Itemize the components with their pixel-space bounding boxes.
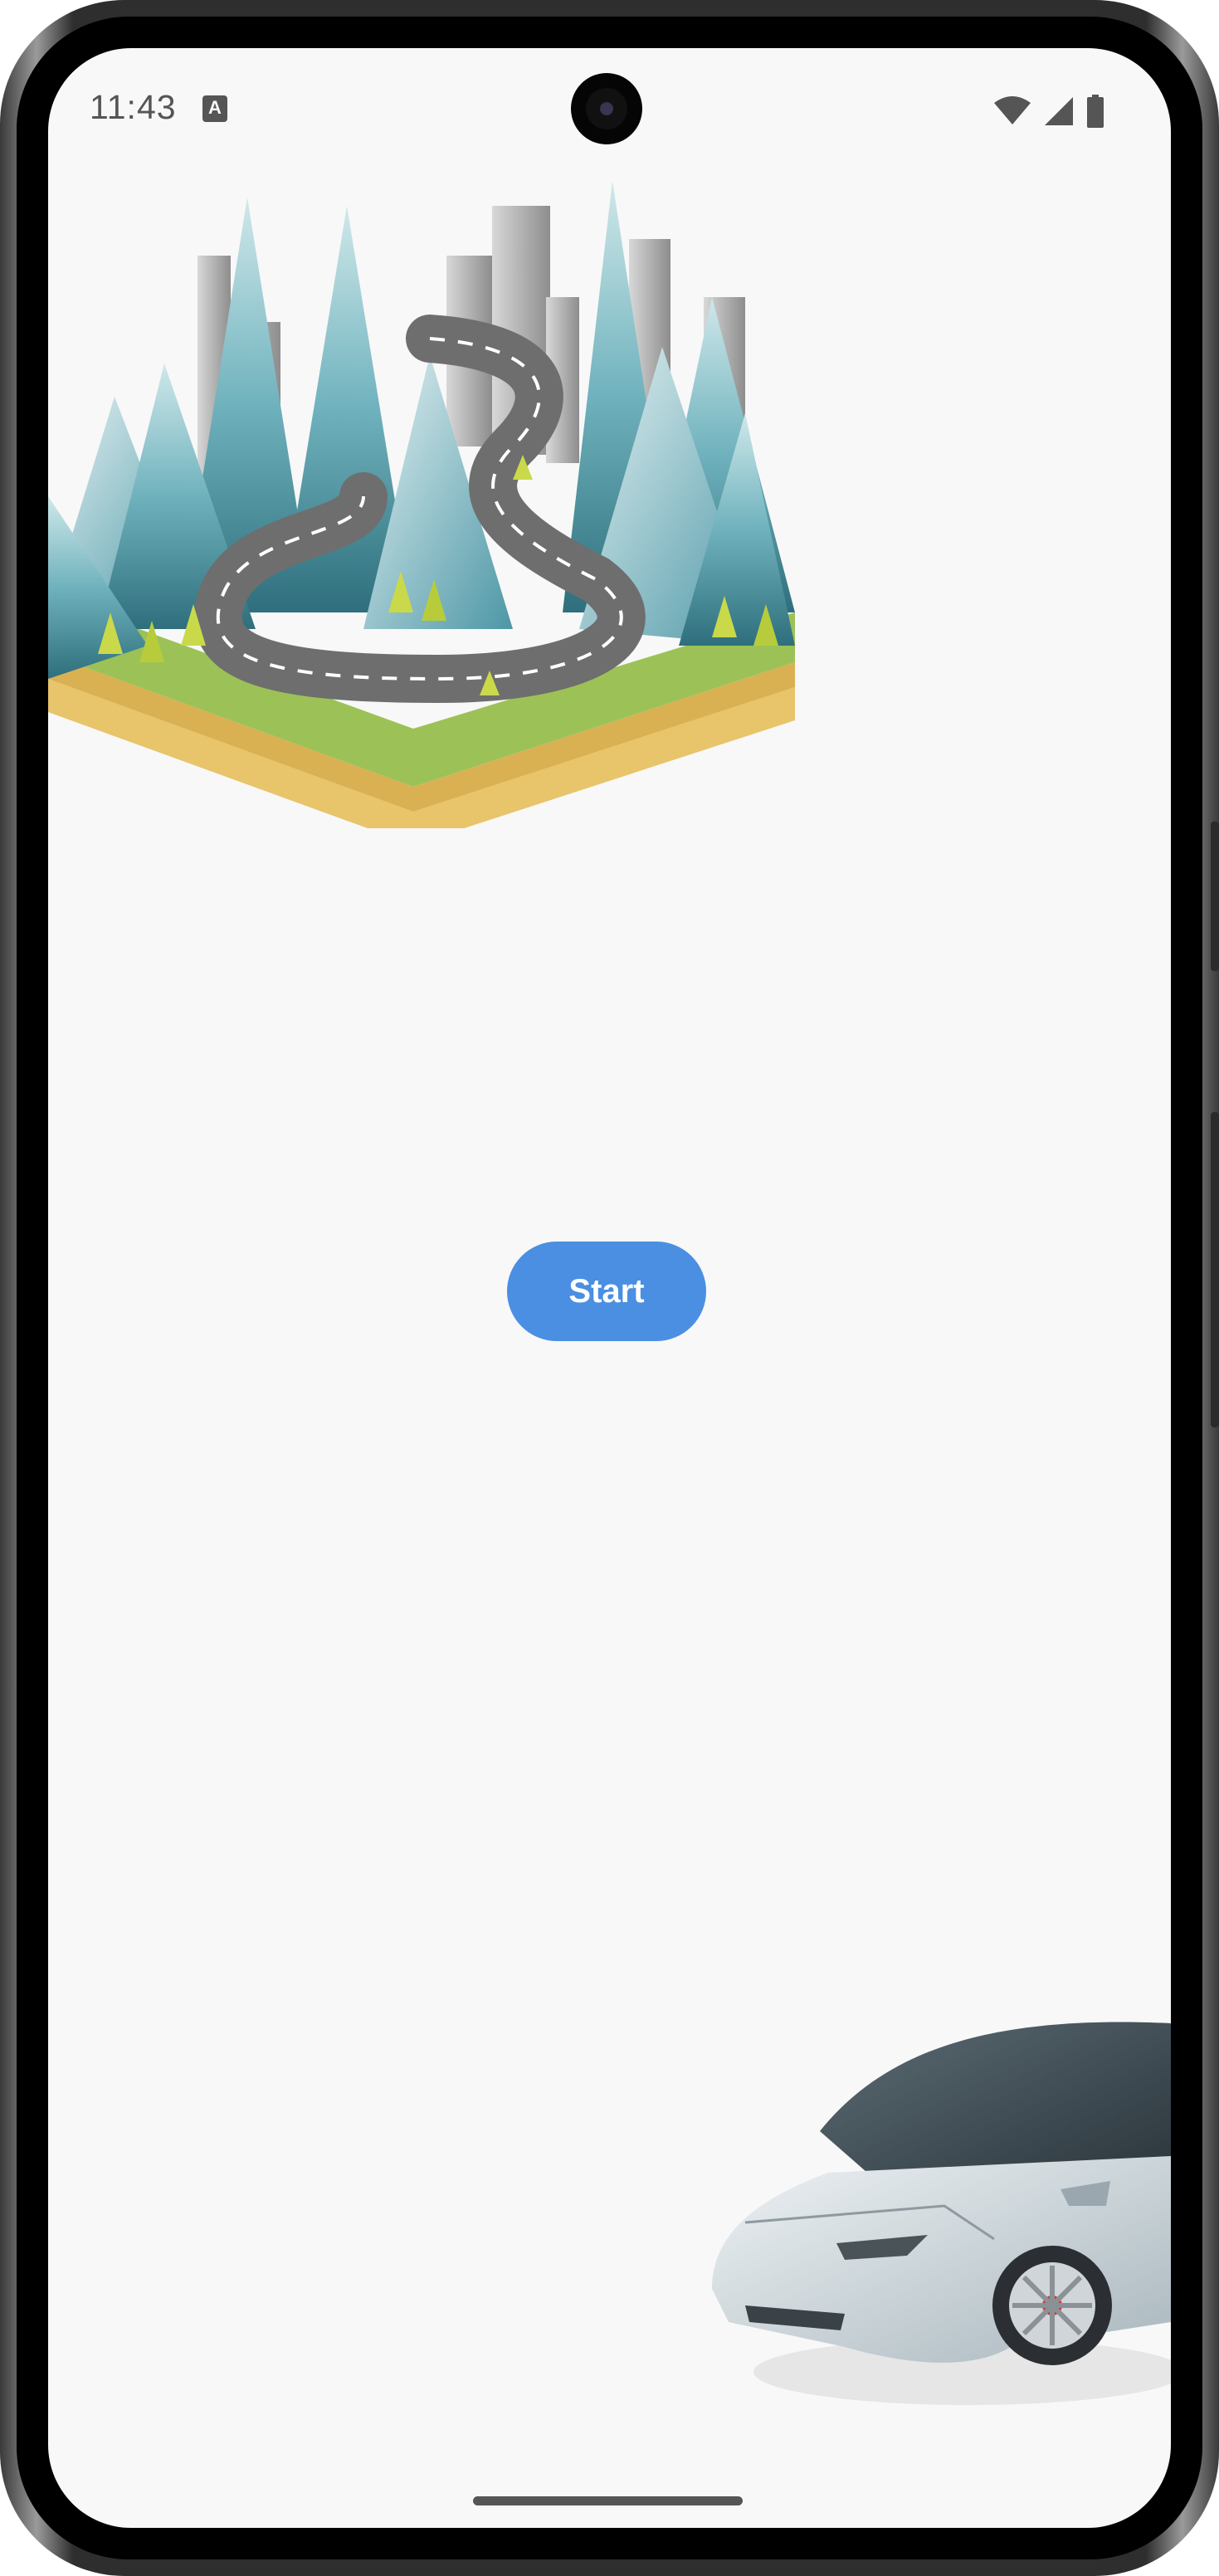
start-button[interactable]: Start — [507, 1242, 706, 1341]
wifi-icon — [994, 96, 1031, 124]
status-icons — [993, 95, 1104, 128]
signal-icon — [1045, 97, 1073, 125]
phone-frame: 11:43 A Start — [0, 0, 1219, 2576]
front-camera — [571, 73, 642, 144]
power-button — [1211, 822, 1219, 971]
battery-icon — [1087, 95, 1104, 128]
volume-button — [1211, 1112, 1219, 1427]
home-indicator[interactable] — [473, 2496, 743, 2505]
winding-road-illustration — [48, 181, 795, 828]
status-time: 11:43 — [90, 88, 177, 126]
a-icon: A — [202, 95, 227, 122]
screen: 11:43 A Start — [48, 48, 1171, 2528]
car-illustration — [712, 2022, 1171, 2405]
